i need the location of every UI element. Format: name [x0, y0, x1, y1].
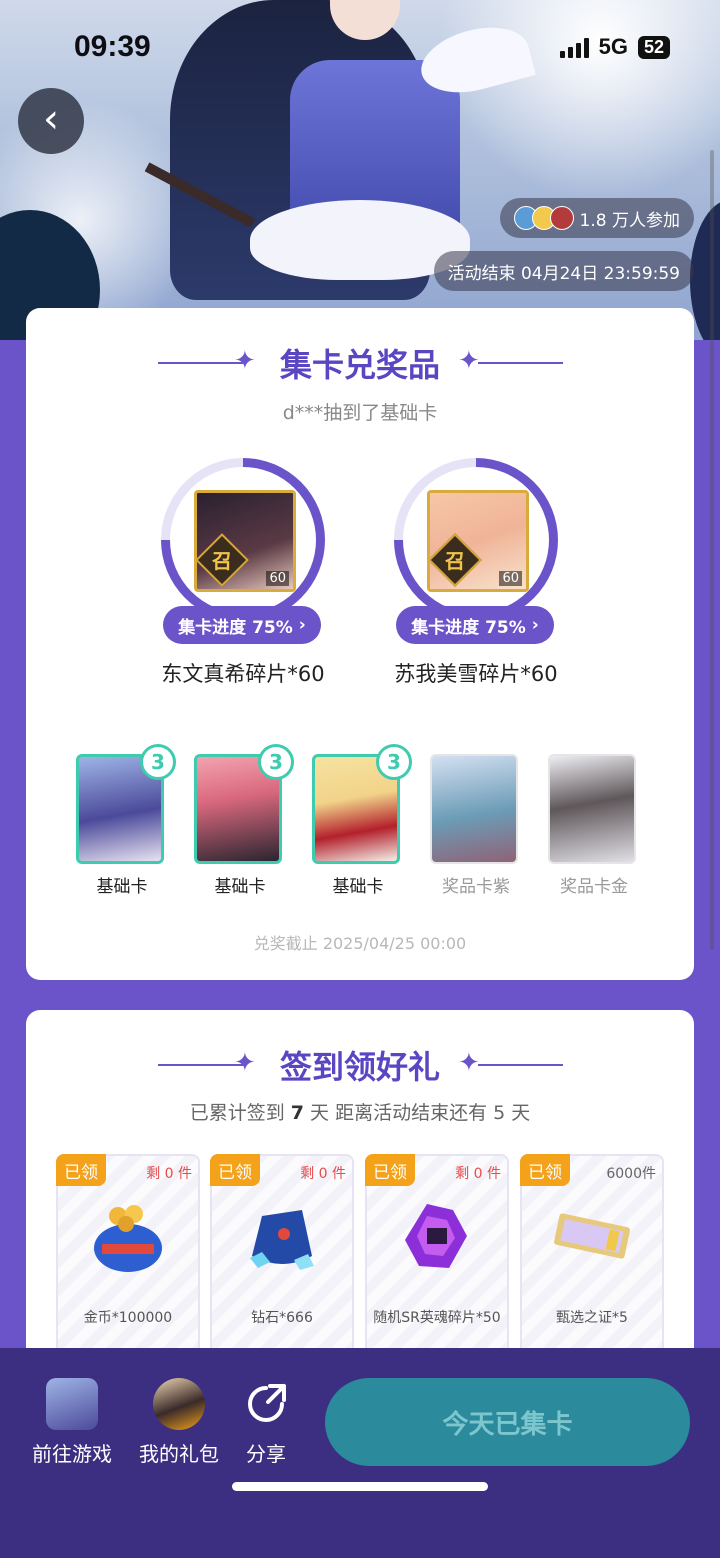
claimed-tag: 已领: [56, 1154, 106, 1186]
summon-badge: 召: [212, 549, 232, 573]
collect-section: ✦ ✦ 集卡兑奖品 d***抽到了基础卡 召 60 集卡进度 75% › 东文真…: [26, 308, 694, 980]
nav-label: 分享: [246, 1442, 286, 1466]
section-title: 集卡兑奖品: [279, 346, 440, 384]
progress-label: 集卡进度 75%: [411, 617, 526, 638]
fragment-count: 60: [499, 571, 522, 586]
share-icon: [248, 1384, 286, 1422]
back-button[interactable]: ‹: [18, 88, 84, 154]
collect-card[interactable]: 3 基础卡: [312, 744, 412, 897]
network-label: 5G: [598, 34, 628, 59]
card-label: 基础卡: [332, 877, 384, 897]
gift-item[interactable]: 已领 剩 0 件 随机SR英魂碎片*50: [365, 1154, 509, 1368]
gift-name: 钻石*666: [251, 1310, 313, 1326]
reward-name: 苏我美雪碎片*60: [394, 662, 558, 686]
draw-ticker: d***抽到了基础卡: [282, 402, 438, 424]
collect-card[interactable]: 3 基础卡: [194, 744, 294, 897]
card-label: 奖品卡金: [560, 877, 628, 897]
card-label: 基础卡: [96, 877, 148, 897]
card-collection-row: 3 基础卡 3 基础卡 3 基础卡 奖品卡紫 奖品卡金: [76, 744, 696, 904]
claimed-tag: 已领: [210, 1154, 260, 1186]
progress-button[interactable]: 集卡进度 75% ›: [163, 606, 321, 644]
chevron-right-icon: ›: [298, 615, 306, 635]
nav-label: 我的礼包: [139, 1442, 219, 1466]
signin-days: 7: [290, 1102, 304, 1124]
nav-label: 前往游戏: [32, 1442, 112, 1466]
card-label: 奖品卡紫: [442, 877, 510, 897]
battery-icon: 52: [637, 35, 670, 59]
redeem-deadline: 兑奖截止 2025/04/25 00:00: [253, 934, 467, 953]
claimed-tag: 已领: [520, 1154, 570, 1186]
gift-name: 随机SR英魂碎片*50: [373, 1310, 501, 1326]
character-portrait: 召 60: [427, 490, 529, 592]
stock-label: 剩 0 件: [455, 1166, 501, 1182]
participants-pill: 1.8 万人参加: [499, 198, 694, 238]
home-indicator[interactable]: [232, 1482, 488, 1491]
character-portrait: 召 60: [194, 490, 296, 592]
collect-card[interactable]: 奖品卡紫: [430, 754, 522, 897]
gift-name: 甄选之证*5: [556, 1310, 628, 1326]
hero-shard-icon: [405, 1204, 467, 1268]
progress-ring: 召 60: [161, 458, 325, 622]
summon-badge: 召: [445, 549, 465, 573]
chevron-right-icon: ›: [531, 615, 539, 635]
section-title: 签到领好礼: [279, 1048, 440, 1086]
claimed-tag: 已领: [365, 1154, 415, 1186]
collect-card[interactable]: 3 基础卡: [76, 744, 176, 897]
collect-card[interactable]: 奖品卡金: [548, 754, 640, 897]
stock-label: 剩 0 件: [146, 1166, 192, 1182]
card-count-badge: 3: [258, 744, 294, 780]
reward-item[interactable]: 召 60 集卡进度 75% › 东文真希碎片*60: [159, 458, 327, 686]
fragment-count: 60: [266, 571, 289, 586]
chevron-left-icon: ‹: [43, 96, 59, 142]
stock-label: 剩 0 件: [300, 1166, 346, 1182]
coin-bag-icon: [94, 1205, 162, 1272]
gift-item[interactable]: 已领 剩 0 件 金币*100000: [56, 1154, 200, 1368]
card-label: 基础卡: [214, 877, 266, 897]
nav-my-gifts[interactable]: 我的礼包: [134, 1378, 224, 1467]
signal-icon: [559, 36, 589, 58]
status-icons: 5G 52: [559, 34, 670, 60]
nav-go-to-game[interactable]: 前往游戏: [28, 1378, 116, 1467]
card-count-badge: 3: [140, 744, 176, 780]
event-end-pill: 活动结束 04月24日 23:59:59: [433, 251, 694, 291]
remain-days: 5: [493, 1102, 506, 1124]
diamond-bag-icon: [250, 1210, 314, 1270]
gift-avatar-icon: [153, 1378, 205, 1430]
collect-today-button[interactable]: 今天已集卡: [325, 1378, 690, 1466]
progress-label: 集卡进度 75%: [178, 617, 293, 638]
game-avatar-icon: [46, 1378, 98, 1430]
progress-button[interactable]: 集卡进度 75% ›: [396, 606, 554, 644]
progress-ring: 召 60: [394, 458, 558, 622]
status-time: 09:39: [74, 30, 151, 63]
card-count-badge: 3: [376, 744, 412, 780]
participant-avatars: [513, 206, 574, 230]
gift-item[interactable]: 已领 6000件 甄选之证*5: [520, 1154, 664, 1368]
signin-summary: 已累计签到 7 天 距离活动结束还有 5 天: [189, 1102, 531, 1124]
gift-item[interactable]: 已领 剩 0 件 钻石*666: [210, 1154, 354, 1368]
bottom-action-bar: 前往游戏 我的礼包 分享 今天已集卡: [0, 1348, 720, 1558]
stock-label: 6000件: [606, 1166, 656, 1182]
nav-share[interactable]: 分享: [238, 1378, 294, 1467]
ticket-icon: [554, 1213, 630, 1259]
signin-section: ✦ ✦ 签到领好礼 已累计签到 7 天 距离活动结束还有 5 天 已领 剩 0 …: [26, 1010, 694, 1390]
event-end-time: 活动结束 04月24日 23:59:59: [447, 263, 680, 284]
participants-count: 1.8 万人参加: [579, 210, 680, 231]
reward-name: 东文真希碎片*60: [161, 662, 325, 686]
gift-name: 金币*100000: [83, 1310, 173, 1326]
reward-item[interactable]: 召 60 集卡进度 75% › 苏我美雪碎片*60: [392, 458, 560, 686]
scrollbar[interactable]: [710, 150, 714, 950]
